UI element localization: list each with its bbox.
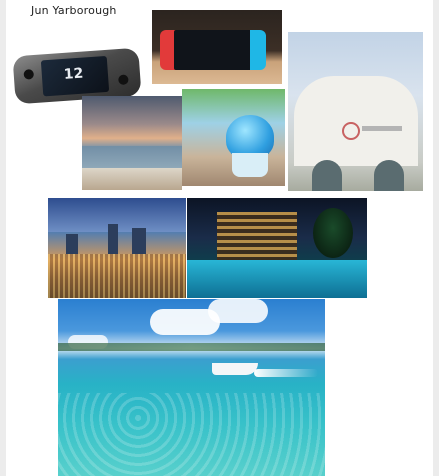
hotel-pool	[187, 260, 367, 298]
tropical-sea-photo[interactable]	[58, 299, 325, 476]
clear-water	[58, 393, 325, 476]
city-dusk-photo[interactable]	[48, 198, 186, 298]
console-screen: 12	[40, 55, 110, 97]
blue-joycon	[250, 30, 266, 70]
building-sign	[362, 126, 402, 131]
right-thumbstick	[118, 74, 129, 86]
switch-screen	[174, 30, 252, 70]
white-building-photo[interactable]	[288, 32, 423, 191]
shaved-ice-photo[interactable]	[182, 89, 285, 186]
city-tower	[66, 234, 78, 254]
switch-console-photo[interactable]	[152, 10, 282, 84]
screen-time: 12	[63, 65, 84, 83]
city-tower	[108, 224, 118, 254]
speedboat	[212, 363, 258, 375]
author-name: Jun Yarborough	[31, 4, 117, 17]
sunset-sea	[82, 146, 182, 170]
sunset-beach-photo[interactable]	[82, 96, 182, 190]
ice-cup	[232, 153, 268, 177]
city-tower	[132, 228, 146, 254]
building-facade	[294, 76, 418, 191]
cloud	[208, 299, 268, 323]
hotel-pool-night-photo[interactable]	[187, 198, 367, 298]
left-thumbstick	[23, 69, 35, 80]
palm-trees	[313, 208, 353, 258]
city-lights	[48, 254, 186, 298]
island-horizon	[58, 343, 325, 351]
hotel-building	[217, 212, 297, 260]
boat-wake	[254, 369, 318, 377]
building-logo	[342, 122, 360, 140]
building-arch	[374, 160, 404, 191]
sunset-shore	[82, 168, 182, 190]
building-arch	[312, 160, 342, 191]
